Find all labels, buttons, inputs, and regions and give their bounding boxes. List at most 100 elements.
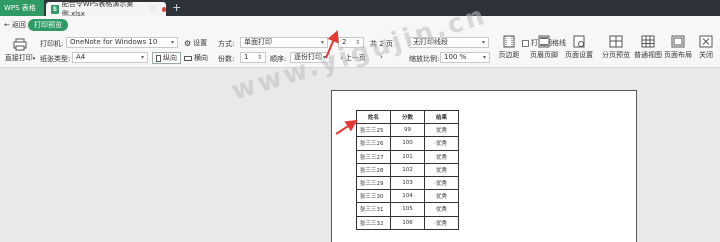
landscape-label: 横向	[194, 54, 208, 62]
table-cell: 优秀	[424, 215, 459, 230]
settings-button[interactable]: ⚙ 设置	[184, 38, 207, 48]
back-arrow-icon: ←	[4, 21, 10, 29]
new-tab-icon[interactable]: +	[172, 1, 181, 15]
zoom-value: 100 %	[444, 53, 467, 61]
copies-label: 份数:	[218, 55, 235, 63]
unsaved-dot-icon	[161, 6, 167, 12]
table-cell: 103	[390, 175, 425, 191]
table-cell: 100	[390, 136, 425, 151]
table-header-cell: 结果	[424, 109, 459, 125]
paper-type-value: A4	[76, 53, 86, 61]
paper-type-select[interactable]: A4 ▾	[72, 52, 148, 63]
page-break-preview-label: 分页预览	[602, 51, 630, 59]
margins-icon	[502, 35, 516, 48]
app-tab[interactable]: WPS 表格	[0, 0, 44, 16]
table-cell: 张三三29	[356, 175, 391, 191]
table-cell: 99	[390, 123, 425, 138]
stepper-arrows-icon: ⇕	[256, 54, 262, 61]
page-break-preview-button[interactable]: 分页预览	[600, 35, 632, 60]
direct-print-label: 直接打印	[4, 54, 33, 62]
paper-type-label: 纸张类型:	[40, 55, 71, 63]
header-footer-button[interactable]: 页眉页脚	[528, 35, 560, 60]
table-row: 张三三29 103 优秀	[356, 175, 459, 191]
gear-icon: ⚙	[184, 38, 192, 48]
chevron-down-icon: ▾	[481, 39, 485, 46]
chevron-down-icon: ▾	[140, 54, 144, 61]
table-cell: 101	[390, 149, 425, 164]
page-setup-button[interactable]: 页面设置	[562, 35, 596, 60]
dropdown-caret-icon: ▾	[32, 56, 36, 62]
table-cell: 105	[390, 202, 425, 217]
table-row: 张三三32 106 优秀	[356, 215, 459, 230]
printer-label: 打印机:	[40, 40, 64, 48]
table-header-cell: 分数	[390, 109, 425, 125]
page-layout-button[interactable]: 页面布局	[662, 35, 694, 60]
printer-value: OneNote for Windows 10	[70, 38, 158, 46]
page-layout-icon	[671, 35, 685, 48]
zoom-label: 缩放比例:	[409, 55, 440, 63]
table-cell: 张三三27	[356, 149, 391, 164]
zoom-select[interactable]: 100 % ▾	[440, 52, 490, 63]
table-cell: 张三三25	[356, 123, 391, 138]
table-cell: 104	[390, 189, 425, 204]
table-cell: 优秀	[424, 162, 459, 177]
table-row: 张三三31 105 优秀	[356, 202, 459, 217]
sheet-file-icon: S	[51, 4, 59, 14]
title-bar: WPS 表格 S 配合令WPS表格演示案例.xlsx ♡ +	[0, 0, 720, 18]
print-mode-label: 方式:	[218, 40, 235, 48]
printer-icon	[13, 38, 27, 51]
grid-icon	[641, 35, 655, 48]
table-row: 张三三27 101 优秀	[356, 149, 459, 164]
table-cell: 优秀	[424, 202, 459, 217]
direct-print-button[interactable]: 直接打印▾	[3, 38, 37, 63]
settings-label: 设置	[193, 39, 208, 47]
portrait-button[interactable]: 纵向	[152, 52, 181, 64]
table-cell: 张三三26	[356, 136, 391, 151]
table-cell: 优秀	[424, 189, 459, 204]
table-row: 张三三26 100 优秀	[356, 136, 459, 151]
table-cell: 优秀	[424, 175, 459, 191]
print-preview-badge: 打印预览	[28, 19, 68, 31]
chevron-down-icon: ▾	[482, 54, 486, 61]
header-footer-label: 页眉页脚	[530, 51, 558, 59]
back-label: 返回	[11, 21, 26, 29]
portrait-label: 纵向	[163, 54, 177, 62]
table-cell: 优秀	[424, 136, 459, 151]
page-layout-label: 页面布局	[664, 51, 692, 59]
table-cell: 张三三30	[356, 189, 391, 204]
table-cell: 张三三31	[356, 202, 391, 217]
margins-label: 页边距	[498, 51, 520, 59]
print-mode-select[interactable]: 单面打印 ▾	[240, 37, 328, 48]
table-row: 张三三30 104 优秀	[356, 189, 459, 204]
print-mode-value: 单面打印	[244, 38, 272, 46]
landscape-page-icon	[184, 55, 192, 61]
normal-view-button[interactable]: 普通视图	[632, 35, 664, 60]
page-setup-label: 页面设置	[565, 51, 593, 59]
table-row: 张三三28 102 优秀	[356, 162, 459, 177]
table-cell: 102	[390, 162, 425, 177]
margins-button[interactable]: 页边距	[496, 35, 522, 60]
table-row: 张三三25 99 优秀	[356, 123, 459, 138]
chevron-down-icon: ▾	[320, 39, 324, 46]
table-header-row: 姓名 分数 结果	[356, 109, 459, 125]
copies-value: 1	[244, 53, 249, 61]
table-cell: 优秀	[424, 149, 459, 164]
back-button[interactable]: ← 返回	[4, 20, 26, 30]
landscape-button[interactable]: 横向	[184, 53, 208, 63]
table-header-cell: 姓名	[356, 109, 391, 125]
copies-stepper[interactable]: 1 ⇕	[240, 52, 266, 63]
table-cell: 106	[390, 215, 425, 230]
page-setup-icon	[572, 35, 586, 48]
table-cell: 优秀	[424, 123, 459, 138]
printer-select[interactable]: OneNote for Windows 10 ▾	[66, 37, 178, 48]
chevron-down-icon: ▾	[170, 39, 174, 46]
close-button[interactable]: 关闭	[694, 35, 718, 60]
file-tab[interactable]: S 配合令WPS表格演示案例.xlsx ♡	[46, 0, 167, 18]
header-footer-icon	[537, 35, 551, 48]
close-label: 关闭	[699, 51, 713, 59]
page-break-icon	[609, 35, 623, 48]
heart-icon[interactable]: ♡	[149, 5, 155, 13]
table-cell: 张三三28	[356, 162, 391, 177]
portrait-page-icon	[156, 54, 161, 62]
normal-view-label: 普通视图	[634, 51, 662, 59]
